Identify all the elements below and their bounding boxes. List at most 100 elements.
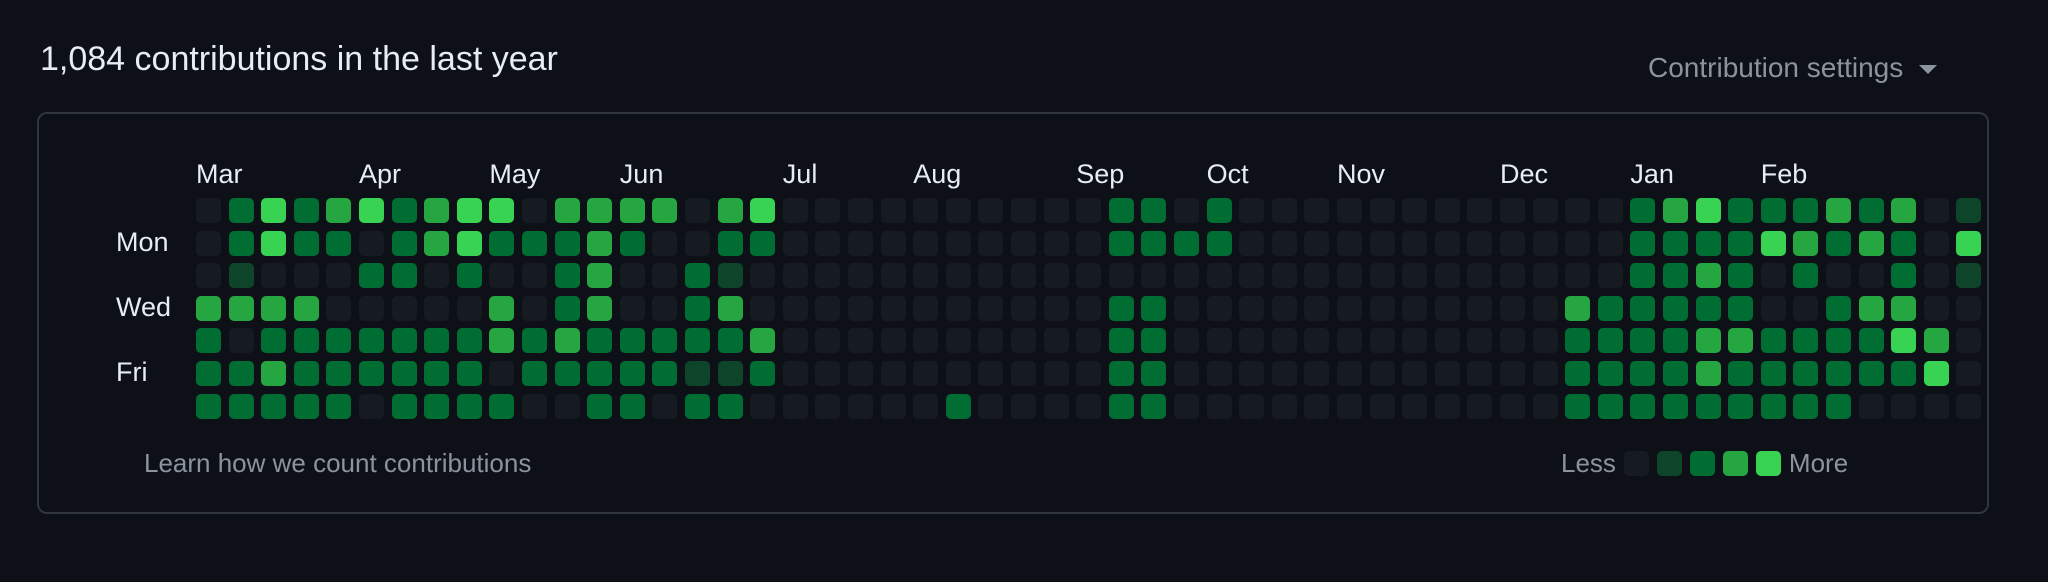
contribution-cell[interactable] [1108, 328, 1134, 354]
contribution-cell[interactable] [652, 198, 678, 223]
contribution-cell[interactable] [1434, 361, 1460, 386]
contribution-cell[interactable] [1663, 263, 1688, 289]
contribution-cell[interactable] [1369, 230, 1395, 256]
contribution-cell[interactable] [1271, 361, 1297, 386]
contribution-cell[interactable] [391, 393, 417, 419]
contribution-cell[interactable] [1467, 230, 1493, 256]
contribution-cell[interactable] [685, 230, 710, 256]
contribution-cell[interactable] [1956, 393, 1982, 419]
contribution-cell[interactable] [1597, 328, 1623, 354]
contribution-cell[interactable] [750, 393, 776, 419]
contribution-cell[interactable] [1695, 361, 1721, 386]
contribution-cell[interactable] [1076, 263, 1102, 289]
contribution-cell[interactable] [1174, 361, 1199, 386]
contribution-cell[interactable] [1532, 230, 1558, 256]
contribution-cell[interactable] [1043, 328, 1069, 354]
contribution-cell[interactable] [196, 263, 221, 289]
contribution-cell[interactable] [1206, 263, 1232, 289]
contribution-cell[interactable] [1728, 328, 1754, 354]
contribution-cell[interactable] [880, 393, 906, 419]
contribution-cell[interactable] [1630, 361, 1656, 386]
contribution-cell[interactable] [1793, 328, 1819, 354]
contribution-cell[interactable] [391, 263, 417, 289]
contribution-cell[interactable] [554, 263, 580, 289]
contribution-cell[interactable] [522, 295, 547, 321]
contribution-cell[interactable] [1206, 198, 1232, 223]
contribution-cell[interactable] [815, 198, 841, 223]
contribution-cell[interactable] [978, 393, 1004, 419]
contribution-cell[interactable] [424, 361, 450, 386]
contribution-cell[interactable] [848, 230, 873, 256]
contribution-cell[interactable] [978, 198, 1004, 223]
contribution-cell[interactable] [1434, 263, 1460, 289]
contribution-cell[interactable] [1043, 263, 1069, 289]
contribution-cell[interactable] [945, 393, 971, 419]
contribution-cell[interactable] [913, 328, 939, 354]
contribution-cell[interactable] [424, 328, 450, 354]
contribution-cell[interactable] [228, 295, 254, 321]
contribution-cell[interactable] [619, 393, 645, 419]
contribution-cell[interactable] [945, 263, 971, 289]
contribution-cell[interactable] [1695, 263, 1721, 289]
contribution-cell[interactable] [880, 361, 906, 386]
contribution-cell[interactable] [750, 361, 776, 386]
contribution-cell[interactable] [1500, 198, 1525, 223]
contribution-cell[interactable] [1043, 295, 1069, 321]
contribution-cell[interactable] [1728, 295, 1754, 321]
contribution-cell[interactable] [1826, 328, 1851, 354]
contribution-cell[interactable] [326, 230, 352, 256]
contribution-cell[interactable] [1239, 230, 1265, 256]
contribution-cell[interactable] [1923, 361, 1949, 386]
contribution-cell[interactable] [522, 328, 547, 354]
contribution-cell[interactable] [1630, 393, 1656, 419]
contribution-cell[interactable] [815, 361, 841, 386]
contribution-cell[interactable] [1532, 361, 1558, 386]
contribution-cell[interactable] [359, 328, 384, 354]
contribution-cell[interactable] [1076, 361, 1102, 386]
contribution-cell[interactable] [652, 361, 678, 386]
contribution-cell[interactable] [1174, 198, 1199, 223]
contribution-cell[interactable] [685, 393, 710, 419]
contribution-cell[interactable] [424, 198, 450, 223]
contribution-cell[interactable] [685, 328, 710, 354]
contribution-cell[interactable] [1434, 198, 1460, 223]
contribution-cell[interactable] [359, 295, 384, 321]
contribution-cell[interactable] [196, 198, 221, 223]
contribution-cell[interactable] [1858, 230, 1884, 256]
contribution-cell[interactable] [750, 328, 776, 354]
contribution-cell[interactable] [391, 230, 417, 256]
contribution-cell[interactable] [782, 361, 808, 386]
contribution-cell[interactable] [880, 263, 906, 289]
contribution-cell[interactable] [1141, 328, 1167, 354]
contribution-cell[interactable] [1500, 230, 1525, 256]
contribution-cell[interactable] [261, 295, 287, 321]
contribution-cell[interactable] [1728, 361, 1754, 386]
contribution-cell[interactable] [815, 263, 841, 289]
contribution-cell[interactable] [391, 198, 417, 223]
contribution-cell[interactable] [1076, 230, 1102, 256]
contribution-cell[interactable] [424, 263, 450, 289]
contribution-cell[interactable] [880, 230, 906, 256]
contribution-cell[interactable] [1434, 295, 1460, 321]
contribution-cell[interactable] [1206, 361, 1232, 386]
contribution-cell[interactable] [261, 393, 287, 419]
contribution-cell[interactable] [1174, 263, 1199, 289]
contribution-cell[interactable] [326, 263, 352, 289]
contribution-cell[interactable] [359, 198, 384, 223]
contribution-cell[interactable] [815, 393, 841, 419]
contribution-cell[interactable] [619, 230, 645, 256]
contribution-cell[interactable] [717, 393, 743, 419]
contribution-cell[interactable] [1108, 393, 1134, 419]
contribution-cell[interactable] [293, 230, 319, 256]
contribution-cell[interactable] [1923, 328, 1949, 354]
contribution-cell[interactable] [913, 230, 939, 256]
contribution-cell[interactable] [1760, 198, 1786, 223]
contribution-cell[interactable] [1663, 361, 1688, 386]
contribution-cell[interactable] [1760, 393, 1786, 419]
contribution-cell[interactable] [1304, 361, 1330, 386]
contribution-cell[interactable] [359, 263, 384, 289]
contribution-cell[interactable] [1369, 393, 1395, 419]
contribution-cell[interactable] [1728, 230, 1754, 256]
contribution-cell[interactable] [196, 230, 221, 256]
contribution-cell[interactable] [1663, 393, 1688, 419]
